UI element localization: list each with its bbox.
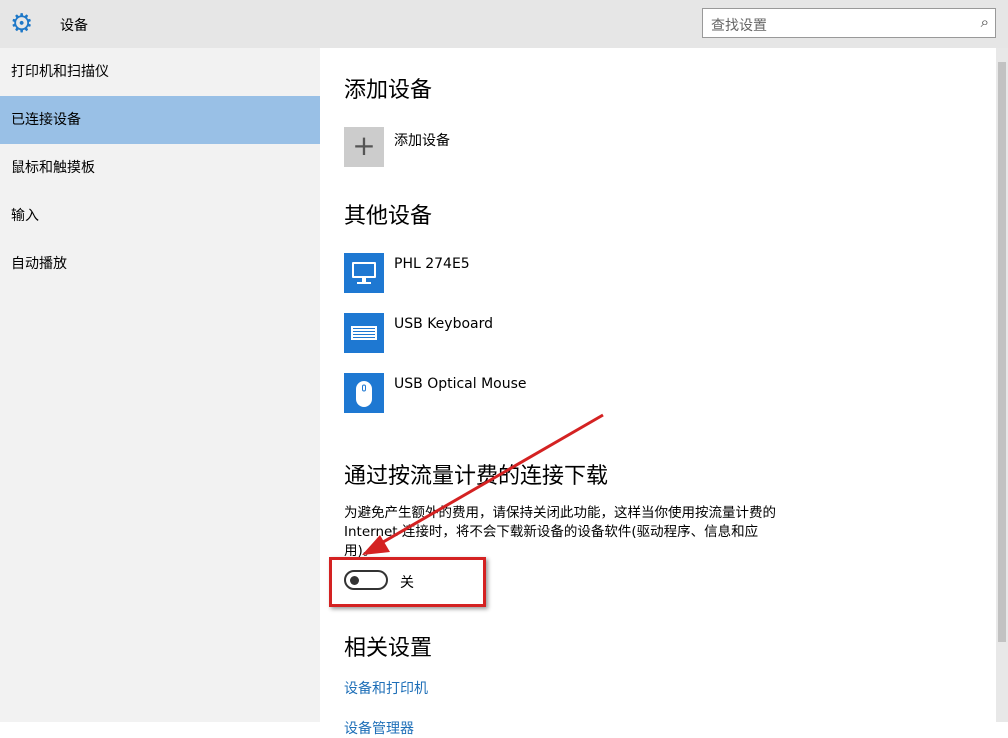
annotation-arrow	[0, 0, 1008, 722]
